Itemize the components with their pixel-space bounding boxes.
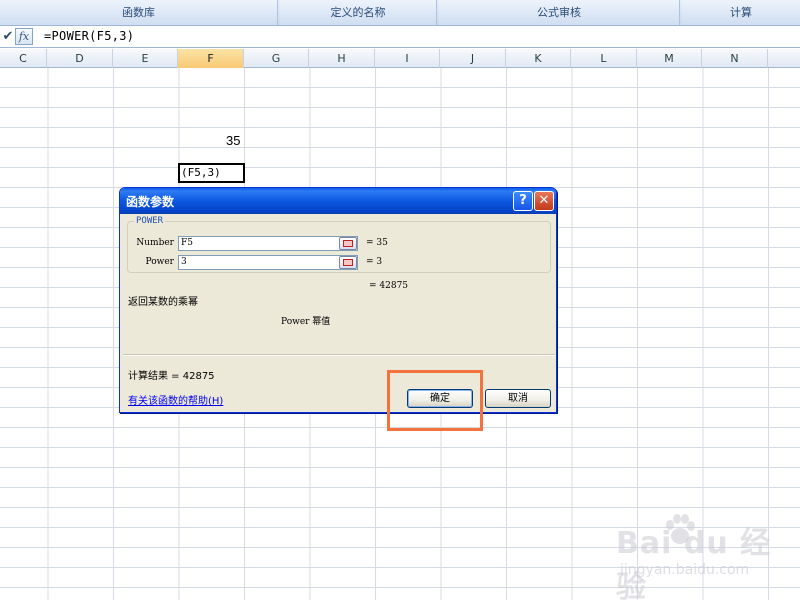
ribbon-group-function-library[interactable]: 函数库 <box>0 0 278 25</box>
formula-input[interactable]: =POWER(F5,3) <box>44 29 134 43</box>
column-header-i[interactable]: I <box>375 49 440 68</box>
column-header-c[interactable]: C <box>0 49 47 68</box>
number-input[interactable]: F5 <box>178 236 358 251</box>
formula-bar: ✔ fx =POWER(F5,3) <box>0 26 800 48</box>
function-arguments-dialog: 函数参数 ? ✕ POWER Number F5 = 35 Power 3 = … <box>119 187 557 413</box>
column-header-h[interactable]: H <box>309 49 375 68</box>
power-input[interactable]: 3 <box>178 255 358 270</box>
column-header-l[interactable]: L <box>571 49 637 68</box>
arg-label-number: Number <box>136 238 174 248</box>
ribbon-group-calculation[interactable]: 计算 <box>682 0 800 25</box>
ribbon-group-formula-auditing[interactable]: 公式审核 <box>439 0 680 25</box>
ribbon-group-bar: 函数库 定义的名称 公式审核 计算 <box>0 0 800 26</box>
column-header-m[interactable]: M <box>637 49 702 68</box>
collapse-dialog-icon[interactable] <box>339 256 357 269</box>
collapse-dialog-icon[interactable] <box>339 237 357 250</box>
column-header-j[interactable]: J <box>440 49 506 68</box>
close-button[interactable]: ✕ <box>534 191 554 211</box>
dialog-title-bar[interactable]: 函数参数 ? ✕ <box>120 188 556 214</box>
function-help-link[interactable]: 有关该函数的帮助(H) <box>128 392 223 407</box>
function-description: 返回某数的乘幂 <box>128 297 198 308</box>
column-header-k[interactable]: K <box>506 49 571 68</box>
cancel-button[interactable]: 取消 <box>485 389 551 408</box>
watermark-url: jingyan.baidu.com <box>620 562 750 578</box>
arg-result-power: = 3 <box>366 257 383 267</box>
column-header-e[interactable]: E <box>113 49 178 68</box>
arguments-group: POWER Number F5 = 35 Power 3 = 3 <box>127 216 551 273</box>
divider <box>123 354 555 356</box>
computed-result: 计算结果 = 42875 <box>128 371 215 382</box>
insert-function-icon[interactable]: fx <box>15 28 33 45</box>
arg-label-power: Power <box>145 257 174 267</box>
ribbon-group-defined-names[interactable]: 定义的名称 <box>280 0 437 25</box>
check-icon[interactable]: ✔ <box>1 28 15 45</box>
dialog-body: POWER Number F5 = 35 Power 3 = 3 = 42875… <box>123 214 555 410</box>
formula-result: = 42875 <box>369 281 409 291</box>
column-header-n[interactable]: N <box>702 49 768 68</box>
arg-result-number: = 35 <box>366 238 388 248</box>
argument-description: Power 幂值 <box>281 317 331 327</box>
dialog-title: 函数参数 <box>126 195 175 209</box>
help-button[interactable]: ? <box>513 191 533 211</box>
highlight-box <box>387 370 483 431</box>
column-header-d[interactable]: D <box>47 49 113 68</box>
column-header-f[interactable]: F <box>178 49 244 68</box>
function-name: POWER <box>134 216 166 226</box>
column-header-g[interactable]: G <box>244 49 309 68</box>
column-headers: C D E F G H I J K L M N <box>0 49 800 68</box>
active-cell-editor[interactable]: (F5,3) <box>178 163 245 183</box>
cell-f5[interactable]: 35 <box>226 133 240 148</box>
